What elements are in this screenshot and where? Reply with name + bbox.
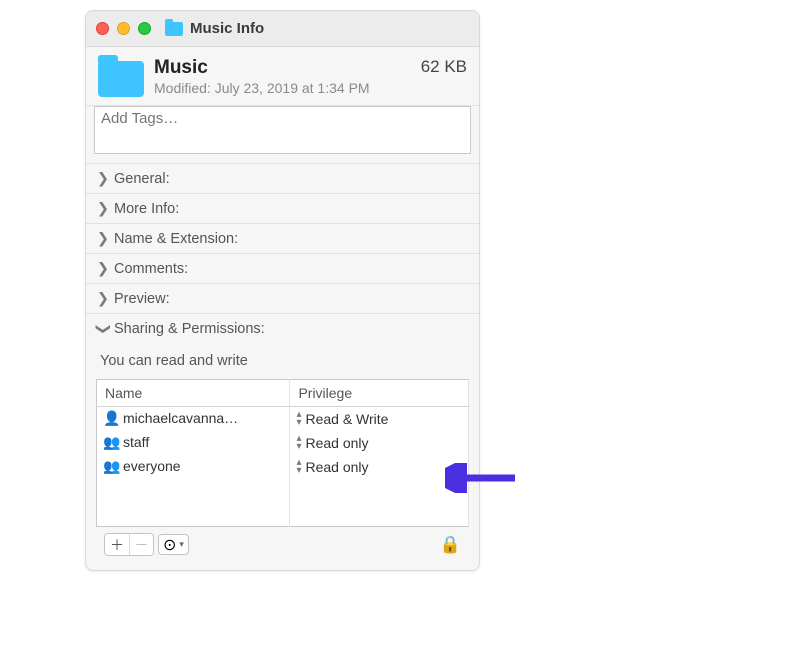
section-label: Sharing & Permissions: — [114, 321, 265, 337]
table-row[interactable]: 👥staff ▴▾Read only — [97, 431, 469, 455]
info-window: Music Info Music Modified: July 23, 2019… — [85, 10, 480, 571]
privilege-select[interactable]: ▴▾Read & Write — [296, 411, 462, 427]
stepper-icon: ▴▾ — [296, 411, 301, 427]
modified-date: Modified: July 23, 2019 at 1:34 PM — [154, 80, 421, 96]
sharing-summary: You can read and write — [96, 349, 469, 379]
privilege-select[interactable]: ▴▾Read only — [296, 435, 462, 451]
section-name-extension[interactable]: ❯ Name & Extension: — [86, 223, 479, 253]
table-row[interactable]: 👤michaelcavanna… ▴▾Read & Write — [97, 407, 469, 431]
window-title: Music Info — [190, 20, 264, 37]
section-comments[interactable]: ❯ Comments: — [86, 253, 479, 283]
window-controls — [96, 22, 151, 35]
privilege-select[interactable]: ▴▾Read only — [296, 459, 462, 475]
permissions-rows: 👤michaelcavanna… ▴▾Read & Write 👥staff ▴… — [97, 407, 469, 527]
section-sharing[interactable]: ❯ Sharing & Permissions: — [86, 313, 479, 343]
chevron-right-icon: ❯ — [96, 231, 110, 247]
section-general[interactable]: ❯ General: — [86, 163, 479, 193]
col-name[interactable]: Name — [97, 380, 290, 407]
permissions-footer: ＋ － ⊙ ▾ 🔒 — [96, 527, 469, 564]
sections: ❯ General: ❯ More Info: ❯ Name & Extensi… — [86, 163, 479, 570]
chevron-right-icon: ❯ — [96, 261, 110, 277]
table-row[interactable]: 👥everyone ▴▾Read only — [97, 455, 469, 479]
col-privilege[interactable]: Privilege — [290, 380, 469, 407]
caret-down-icon: ▾ — [179, 539, 184, 550]
sharing-body: You can read and write Name Privilege 👤m… — [86, 343, 479, 570]
minimize-icon[interactable] — [117, 22, 130, 35]
permissions-table: Name Privilege 👤michaelcavanna… ▴▾Read &… — [96, 379, 469, 527]
section-label: More Info: — [114, 201, 179, 217]
person-icon: 👤 — [103, 410, 119, 427]
user-name: michaelcavanna… — [123, 410, 238, 426]
chevron-down-icon: ❯ — [95, 322, 111, 336]
folder-icon — [165, 22, 183, 36]
user-name: everyone — [123, 458, 181, 474]
section-label: Preview: — [114, 291, 170, 307]
gear-icon: ⊙ — [163, 535, 176, 555]
stepper-icon: ▴▾ — [296, 435, 301, 451]
privilege-value: Read & Write — [305, 411, 388, 427]
table-row — [97, 503, 469, 527]
people-icon: 👥 — [103, 458, 119, 475]
people-icon: 👥 — [103, 434, 119, 451]
add-remove-segment: ＋ － — [104, 533, 154, 556]
privilege-value: Read only — [305, 459, 368, 475]
stepper-icon: ▴▾ — [296, 459, 301, 475]
remove-button[interactable]: － — [129, 534, 153, 555]
titlebar: Music Info — [86, 11, 479, 47]
tags-input[interactable] — [94, 106, 471, 154]
user-name: staff — [123, 434, 149, 450]
section-label: General: — [114, 171, 170, 187]
add-button[interactable]: ＋ — [105, 534, 129, 555]
lock-icon[interactable]: 🔒 — [440, 535, 461, 555]
close-icon[interactable] — [96, 22, 109, 35]
folder-icon — [98, 61, 144, 97]
privilege-value: Read only — [305, 435, 368, 451]
table-row — [97, 479, 469, 503]
section-label: Name & Extension: — [114, 231, 238, 247]
chevron-right-icon: ❯ — [96, 291, 110, 307]
folder-name: Music — [154, 57, 421, 79]
section-preview[interactable]: ❯ Preview: — [86, 283, 479, 313]
chevron-right-icon: ❯ — [96, 201, 110, 217]
section-label: Comments: — [114, 261, 188, 277]
section-more-info[interactable]: ❯ More Info: — [86, 193, 479, 223]
info-header: Music Modified: July 23, 2019 at 1:34 PM… — [86, 47, 479, 106]
folder-size: 62 KB — [421, 57, 467, 77]
action-menu-button[interactable]: ⊙ ▾ — [158, 534, 189, 555]
chevron-right-icon: ❯ — [96, 171, 110, 187]
tags-section — [86, 106, 479, 163]
zoom-icon[interactable] — [138, 22, 151, 35]
